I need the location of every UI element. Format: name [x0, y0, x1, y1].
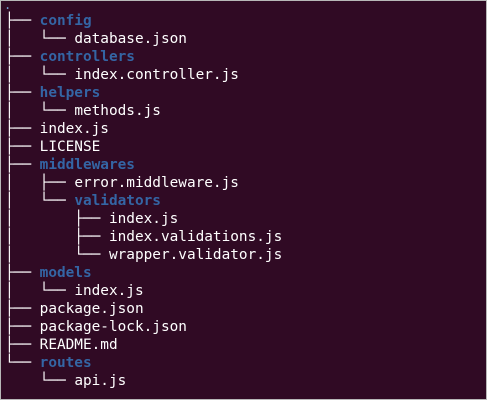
tree-row-file: │ ├── index.js	[5, 210, 475, 228]
tree-guide-lines: │ └──	[5, 67, 75, 83]
tree-guide-lines: │ └──	[5, 247, 109, 263]
tree-guide-lines: │ ├──	[5, 229, 109, 245]
file-name[interactable]: database.json	[74, 31, 187, 47]
tree-guide-lines: │ └──	[5, 31, 75, 47]
tree-guide-lines: ├──	[5, 49, 40, 65]
tree-row-file: ├── README.md	[5, 336, 475, 354]
tree-root-label: .	[4, 0, 12, 12]
tree-guide-lines: ├──	[5, 157, 40, 173]
tree-row-file: │ └── index.js	[5, 282, 475, 300]
directory-name[interactable]: controllers	[40, 49, 135, 65]
directory-name[interactable]: helpers	[40, 85, 101, 101]
tree-row-file: │ ├── index.validations.js	[5, 228, 475, 246]
tree-guide-lines: ├──	[5, 265, 40, 281]
file-name[interactable]: package-lock.json	[40, 319, 187, 335]
tree-row-file: │ └── methods.js	[5, 102, 475, 120]
tree-guide-lines: ├──	[5, 139, 40, 155]
tree-row-file: ├── package-lock.json	[5, 318, 475, 336]
tree-row-directory: │ └── validators	[5, 192, 475, 210]
directory-name[interactable]: routes	[40, 355, 92, 371]
tree-row-file: │ ├── error.middleware.js	[5, 174, 475, 192]
terminal-window: . ├── config │ └── database.json ├── contr…	[0, 0, 487, 400]
directory-name[interactable]: validators	[74, 193, 161, 209]
tree-row-file: └── api.js	[5, 372, 475, 390]
file-name[interactable]: index.js	[40, 121, 109, 137]
tree-guide-lines: │ └──	[5, 283, 75, 299]
tree-guide-lines: │ ├──	[5, 175, 75, 191]
tree-guide-lines: ├──	[5, 319, 40, 335]
tree-guide-lines: ├──	[5, 301, 40, 317]
tree-row-file: │ └── database.json	[5, 30, 475, 48]
tree-guide-lines: │ ├──	[5, 211, 109, 227]
file-name[interactable]: LICENSE	[40, 139, 101, 155]
tree-guide-lines: ├──	[5, 121, 40, 137]
file-name[interactable]: index.controller.js	[74, 67, 239, 83]
file-name[interactable]: wrapper.validator.js	[109, 247, 282, 263]
tree-guide-lines: ├──	[5, 85, 40, 101]
file-name[interactable]: README.md	[40, 337, 118, 353]
file-name[interactable]: api.js	[74, 373, 126, 389]
file-name[interactable]: package.json	[40, 301, 144, 317]
tree-guide-lines: │ └──	[5, 193, 75, 209]
tree-row-directory: └── routes	[5, 354, 475, 372]
tree-row-directory: ├── controllers	[5, 48, 475, 66]
directory-tree: ├── config │ └── database.json ├── control…	[5, 12, 475, 390]
tree-row-file: ├── package.json	[5, 300, 475, 318]
tree-row-file: │ └── index.controller.js	[5, 66, 475, 84]
tree-row-file: ├── LICENSE	[5, 138, 475, 156]
tree-row-file: ├── index.js	[5, 120, 475, 138]
directory-name[interactable]: middlewares	[40, 157, 135, 173]
tree-row-directory: ├── helpers	[5, 84, 475, 102]
tree-guide-lines: └──	[5, 373, 75, 389]
file-name[interactable]: index.js	[74, 283, 143, 299]
file-name[interactable]: index.validations.js	[109, 229, 282, 245]
tree-guide-lines: │ └──	[5, 103, 75, 119]
tree-row-file: │ └── wrapper.validator.js	[5, 246, 475, 264]
tree-row-directory: ├── middlewares	[5, 156, 475, 174]
tree-row-directory: ├── config	[5, 12, 475, 30]
file-name[interactable]: index.js	[109, 211, 178, 227]
tree-guide-lines: ├──	[5, 13, 40, 29]
tree-row-directory: ├── models	[5, 264, 475, 282]
tree-guide-lines: └──	[5, 355, 40, 371]
directory-name[interactable]: models	[40, 265, 92, 281]
file-name[interactable]: methods.js	[74, 103, 161, 119]
tree-guide-lines: ├──	[5, 337, 40, 353]
file-name[interactable]: error.middleware.js	[74, 175, 239, 191]
directory-name[interactable]: config	[40, 13, 92, 29]
